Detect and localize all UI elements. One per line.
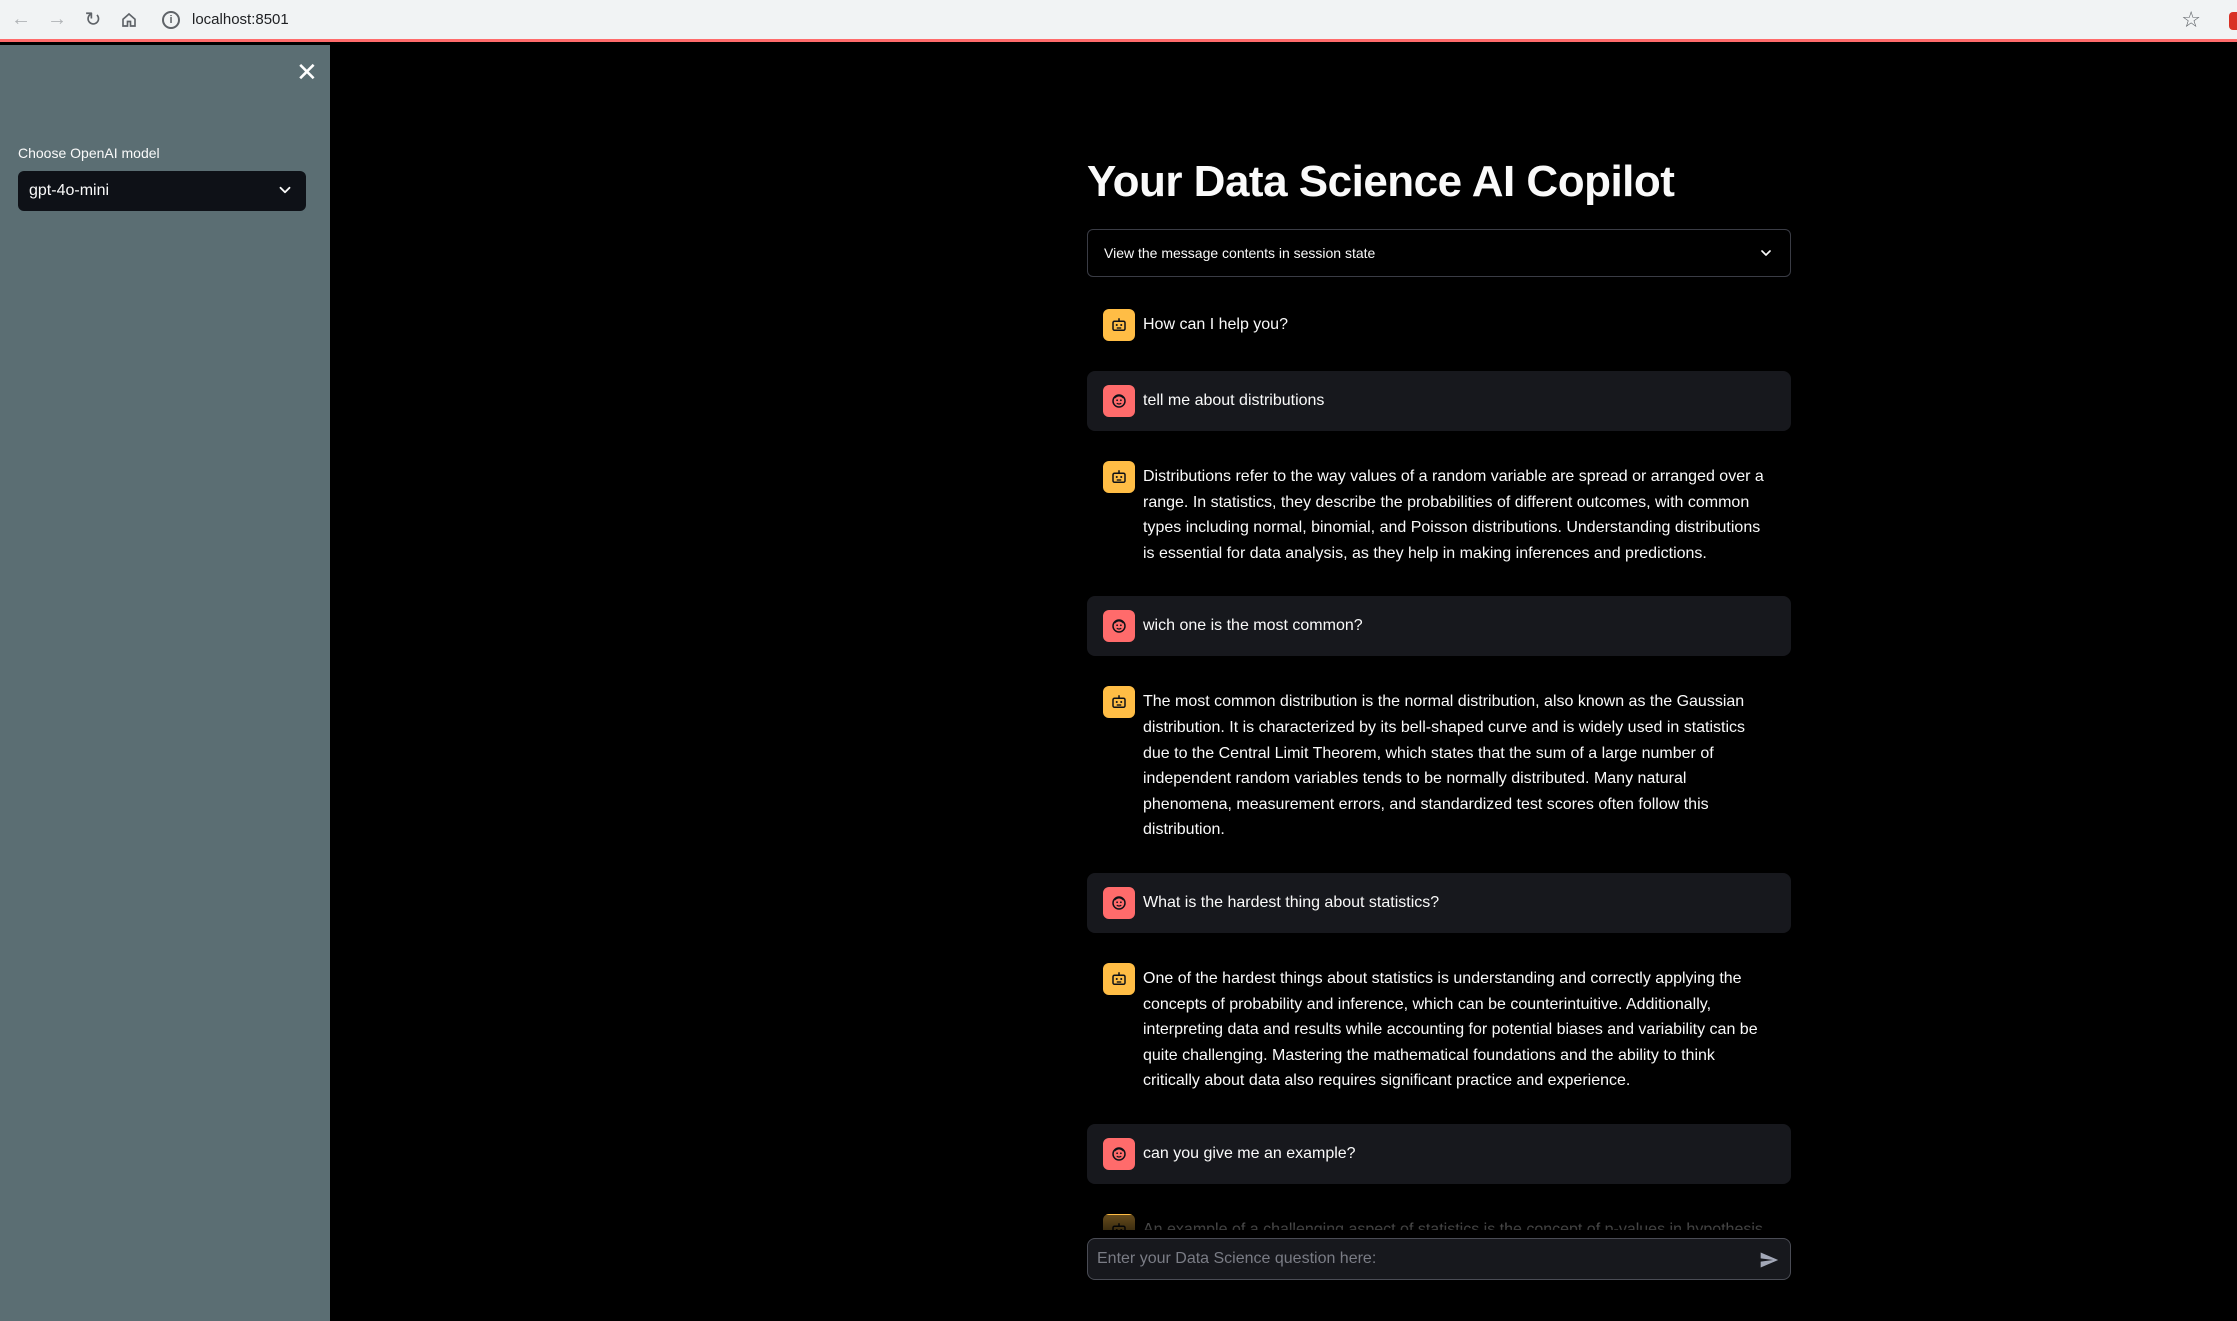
user-message: What is the hardest thing about statisti… (1087, 872, 1791, 933)
user-avatar-icon (1103, 610, 1135, 643)
assistant-message: How can I help you? (1087, 295, 1791, 355)
message-text: How can I help you? (1143, 316, 1288, 333)
back-icon[interactable]: ← (6, 5, 36, 35)
assistant-message: Distributions refer to the way values of… (1087, 447, 1791, 580)
url-text: localhost:8501 (192, 11, 289, 28)
user-avatar-icon (1103, 1137, 1135, 1170)
message-text: tell me about distributions (1143, 392, 1325, 409)
assistant-avatar-icon (1103, 309, 1135, 341)
site-info-icon[interactable]: i (162, 10, 180, 29)
assistant-avatar-icon (1103, 686, 1135, 719)
assistant-message: The most common distribution is the norm… (1087, 672, 1791, 857)
chat-input[interactable] (1087, 1238, 1791, 1280)
send-icon[interactable] (1758, 1250, 1780, 1270)
sidebar: ✕ Choose OpenAI model gpt-4o-mini (0, 45, 330, 1321)
message-text: wich one is the most common? (1143, 617, 1363, 635)
assistant-avatar-icon (1103, 962, 1135, 995)
forward-icon[interactable]: → (42, 5, 72, 35)
session-state-expander[interactable]: View the message contents in session sta… (1087, 229, 1791, 277)
close-sidebar-icon[interactable]: ✕ (296, 59, 318, 85)
chat-input-field[interactable] (1097, 1250, 1737, 1268)
user-message: wich one is the most common? (1087, 596, 1791, 657)
message-text: Distributions refer to the way values of… (1143, 468, 1764, 562)
chevron-down-icon (279, 186, 291, 194)
user-message: can you give me an example? (1087, 1123, 1791, 1184)
reload-icon[interactable]: ↻ (78, 5, 108, 35)
assistant-message: One of the hardest things about statisti… (1087, 949, 1791, 1108)
expander-label: View the message contents in session sta… (1104, 245, 1376, 261)
chevron-down-icon (1761, 250, 1771, 256)
assistant-avatar-icon (1103, 461, 1135, 493)
address-bar[interactable]: i localhost:8501 (154, 3, 2174, 36)
message-text: One of the hardest things about statisti… (1143, 969, 1758, 1090)
message-text: The most common distribution is the norm… (1143, 693, 1746, 839)
home-icon[interactable] (114, 5, 144, 35)
user-avatar-icon (1103, 385, 1135, 417)
message-text: What is the hardest thing about statisti… (1143, 893, 1440, 911)
main-content: Your Data Science AI Copilot View the me… (330, 45, 2237, 1321)
extension-icon[interactable] (2229, 12, 2237, 30)
user-avatar-icon (1103, 886, 1135, 919)
user-message: tell me about distributions (1087, 371, 1791, 431)
message-text: can you give me an example? (1143, 1144, 1356, 1162)
browser-toolbar: ← → ↻ i localhost:8501 ☆ (0, 0, 2237, 42)
model-select[interactable]: gpt-4o-mini (18, 171, 306, 211)
model-select-value: gpt-4o-mini (29, 182, 110, 199)
page-title: Your Data Science AI Copilot (1087, 157, 1675, 206)
model-select-label: Choose OpenAI model (18, 145, 160, 161)
chat-message-list[interactable]: How can I help you? tell me about distrib… (1087, 295, 1791, 1230)
bookmark-star-icon[interactable]: ☆ (2181, 7, 2201, 33)
